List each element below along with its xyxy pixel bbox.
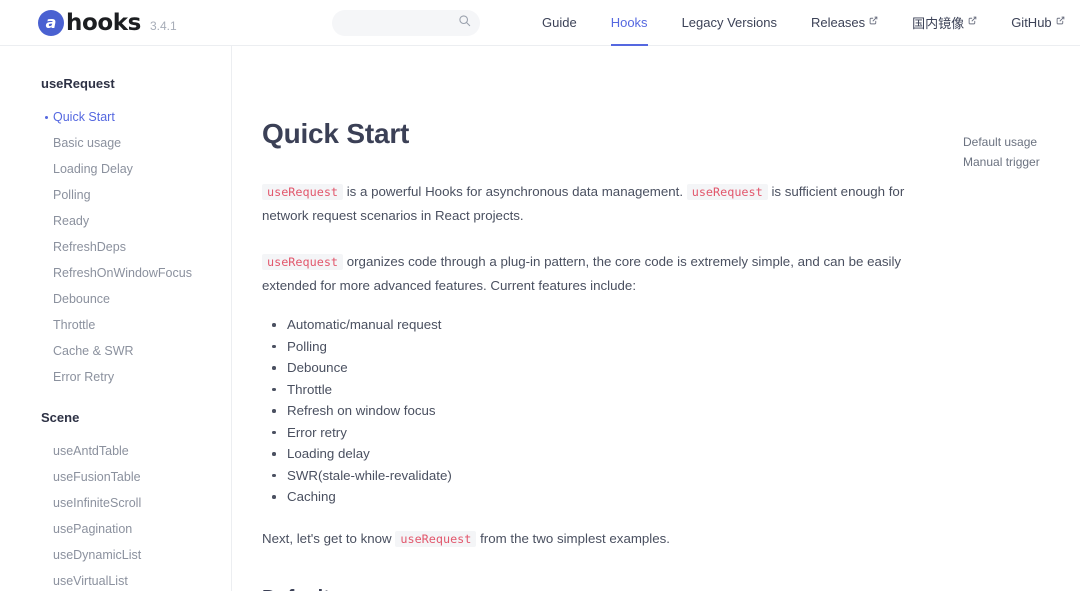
nav-item-legacy-versions[interactable]: Legacy Versions (665, 0, 794, 46)
sidebar-item-label: Ready (53, 214, 90, 228)
sidebar-item-label: Debounce (53, 292, 110, 306)
search-icon (458, 14, 471, 32)
sidebar: useRequest Quick Start Basic usage Loadi… (0, 46, 232, 591)
paragraph-text: Next, let's get to know (262, 531, 396, 546)
sidebar-item-label: useFusionTable (53, 470, 141, 484)
brand-name: hooks (66, 9, 141, 36)
nav-item-hooks[interactable]: Hooks (594, 0, 665, 46)
list-item: Automatic/manual request (262, 314, 932, 335)
external-link-icon (1056, 16, 1065, 27)
sidebar-item-label: useInfiniteScroll (53, 496, 142, 510)
sidebar-item-label: Error Retry (53, 370, 115, 384)
paragraph-text: organizes code through a plug-in pattern… (262, 254, 902, 293)
ahooks-logo-icon: a (38, 9, 64, 36)
sidebar-item-throttle[interactable]: Throttle (0, 312, 231, 338)
sidebar-item-label: Quick Start (53, 110, 115, 124)
intro-paragraph-1: useRequest is a powerful Hooks for async… (262, 180, 928, 228)
list-item: SWR(stale-while-revalidate) (262, 465, 932, 486)
sidebar-item-label: RefreshOnWindowFocus (53, 266, 192, 280)
sidebar-item-usefusiontable[interactable]: useFusionTable (0, 464, 231, 490)
list-item: Loading delay (262, 443, 932, 464)
sidebar-item-useinfinitescroll[interactable]: useInfiniteScroll (0, 490, 231, 516)
inline-code: useRequest (395, 531, 477, 547)
nav-label-github: GitHub (1011, 15, 1052, 30)
doc-article: Quick Start useRequest is a powerful Hoo… (232, 46, 932, 591)
sidebar-item-basic-usage[interactable]: Basic usage (0, 130, 231, 156)
sidebar-group-scene: Scene useAntdTable useFusionTable useInf… (0, 410, 231, 591)
sidebar-group-title-userequest: useRequest (41, 76, 115, 91)
nav-label-china-mirror: 国内镜像 (912, 16, 965, 31)
intro-paragraph-3: Next, let's get to know useRequest from … (262, 527, 928, 551)
sidebar-item-usepagination[interactable]: usePagination (0, 516, 231, 542)
search-input[interactable] (332, 15, 458, 30)
sidebar-item-usedynamiclist[interactable]: useDynamicList (0, 542, 231, 568)
sidebar-item-label: usePagination (53, 522, 133, 536)
nav-label-guide: Guide (542, 15, 577, 30)
main-nav: Guide Hooks Legacy Versions Releases 国内镜… (525, 0, 1080, 46)
intro-paragraph-2: useRequest organizes code through a plug… (262, 250, 928, 298)
sidebar-item-usevirtuallist[interactable]: useVirtualList (0, 568, 231, 591)
nav-label-releases: Releases (810, 15, 866, 30)
list-item: Caching (262, 486, 932, 507)
inline-code: useRequest (686, 184, 768, 200)
nav-item-github[interactable]: GitHub (994, 0, 1080, 46)
list-item: Error retry (262, 422, 932, 443)
sidebar-item-label: Cache & SWR (53, 344, 134, 358)
section-title-default-usage: Default usage (262, 587, 932, 591)
table-of-contents: Default usage Manual trigger (963, 132, 1073, 172)
sidebar-group-userequest: useRequest Quick Start Basic usage Loadi… (0, 76, 231, 390)
list-item: Refresh on window focus (262, 400, 932, 421)
sidebar-item-label: Loading Delay (53, 162, 133, 176)
sidebar-item-label: Basic usage (53, 136, 122, 150)
sidebar-item-debounce[interactable]: Debounce (0, 286, 231, 312)
page-body: useRequest Quick Start Basic usage Loadi… (0, 46, 1080, 591)
external-link-icon (968, 16, 977, 27)
search-container (332, 9, 480, 36)
sidebar-item-polling[interactable]: Polling (0, 182, 231, 208)
nav-item-releases[interactable]: Releases (794, 0, 895, 46)
sidebar-group-title-scene: Scene (41, 410, 80, 425)
sidebar-item-label: useDynamicList (53, 548, 142, 562)
site-header: a hooks 3.4.1 Guide Hooks Legacy Version… (0, 0, 1080, 46)
sidebar-item-useantdtable[interactable]: useAntdTable (0, 438, 231, 464)
nav-item-china-mirror[interactable]: 国内镜像 (895, 0, 994, 46)
search-box[interactable] (332, 9, 480, 36)
version-label: 3.4.1 (149, 19, 177, 33)
brand-logo-link[interactable]: a hooks 3.4.1 (0, 9, 232, 36)
toc-item-manual-trigger[interactable]: Manual trigger (963, 152, 1073, 172)
sidebar-item-cache-swr[interactable]: Cache & SWR (0, 338, 231, 364)
page-title: Quick Start (262, 118, 410, 149)
inline-code: useRequest (262, 254, 344, 270)
nav-label-legacy-versions: Legacy Versions (681, 15, 777, 30)
sidebar-item-refreshdeps[interactable]: RefreshDeps (0, 234, 231, 260)
sidebar-item-loading-delay[interactable]: Loading Delay (0, 156, 231, 182)
nav-item-guide[interactable]: Guide (525, 0, 594, 46)
sidebar-item-label: Throttle (53, 318, 96, 332)
toc-item-default-usage[interactable]: Default usage (963, 132, 1073, 152)
sidebar-item-label: RefreshDeps (53, 240, 126, 254)
feature-list: Automatic/manual request Polling Debounc… (262, 314, 932, 507)
external-link-icon (869, 16, 878, 27)
logo-letter: a (45, 12, 57, 32)
sidebar-item-label: useVirtualList (53, 574, 128, 588)
list-item: Throttle (262, 379, 932, 400)
nav-label-hooks: Hooks (610, 15, 648, 30)
paragraph-text: from the two simplest examples. (476, 531, 671, 546)
paragraph-text: is a powerful Hooks for asynchronous dat… (343, 184, 687, 199)
sidebar-item-label: useAntdTable (53, 444, 129, 458)
main-content: Quick Start useRequest is a powerful Hoo… (232, 46, 1080, 591)
list-item: Polling (262, 336, 932, 357)
sidebar-item-label: Polling (53, 188, 91, 202)
sidebar-item-refreshonwindowfocus[interactable]: RefreshOnWindowFocus (0, 260, 231, 286)
sidebar-item-error-retry[interactable]: Error Retry (0, 364, 231, 390)
inline-code: useRequest (262, 184, 344, 200)
list-item: Debounce (262, 357, 932, 378)
sidebar-item-quick-start[interactable]: Quick Start (0, 104, 231, 130)
sidebar-item-ready[interactable]: Ready (0, 208, 231, 234)
